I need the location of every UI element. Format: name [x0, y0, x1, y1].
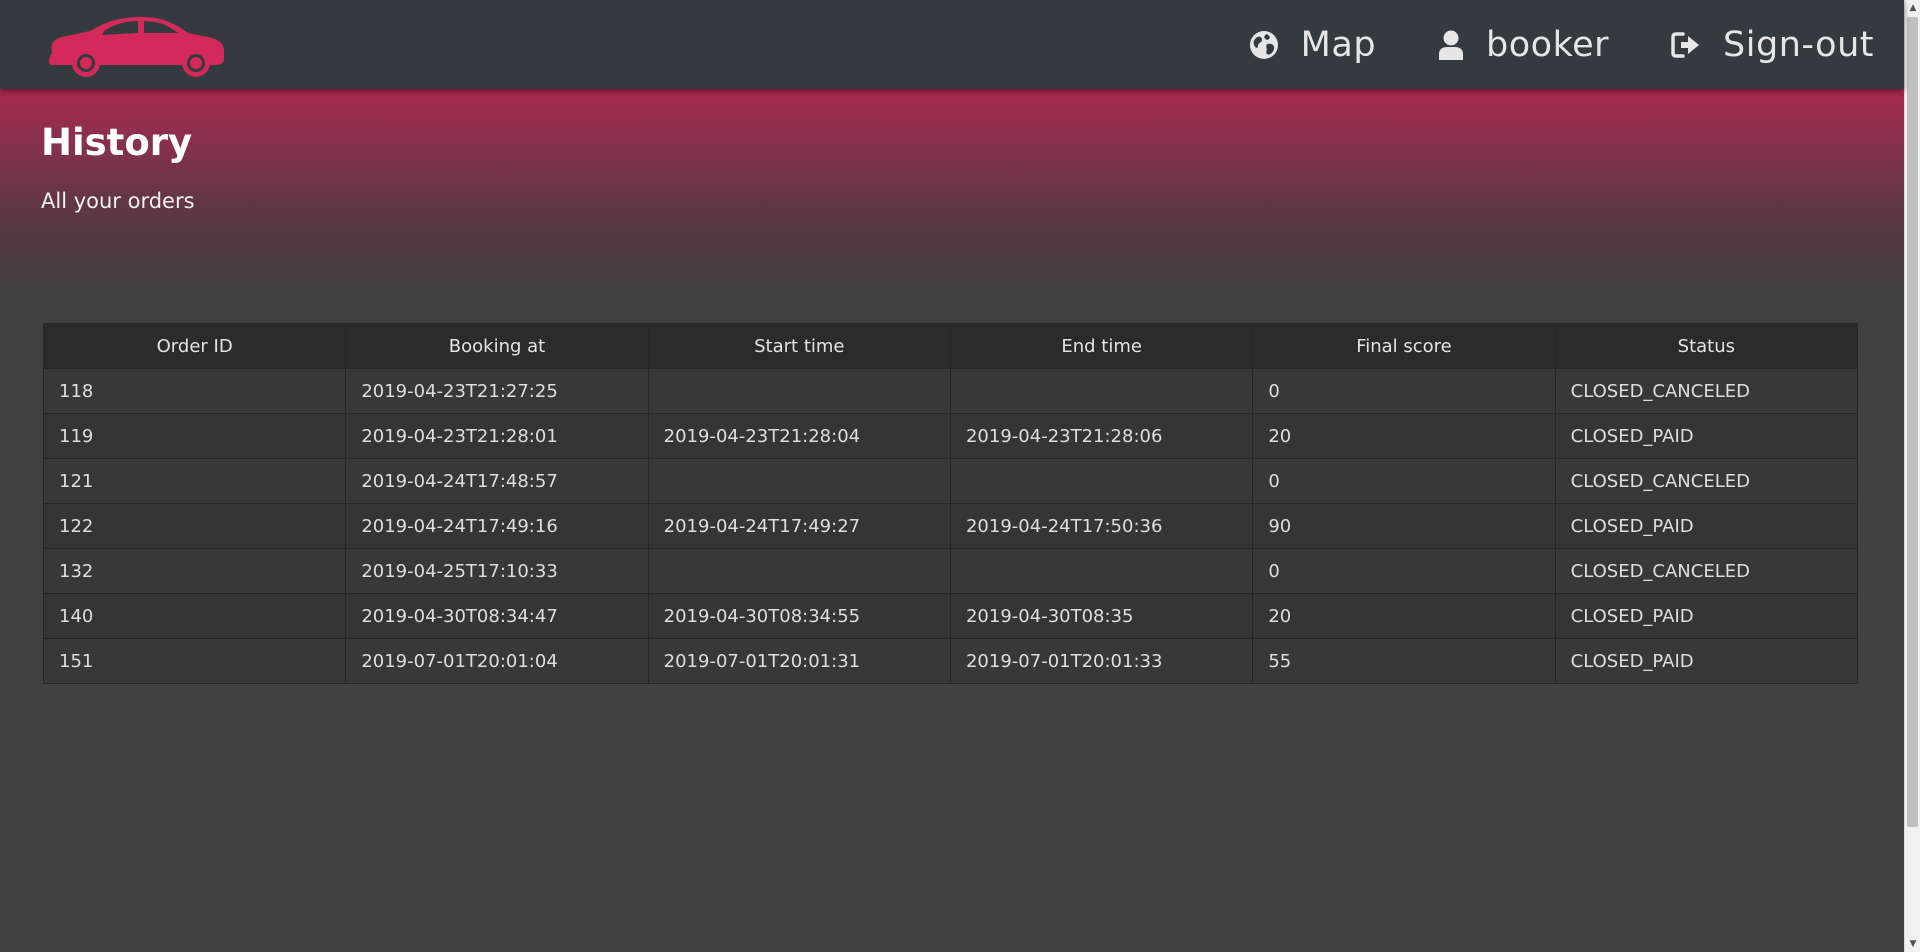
scroll-up-arrow-icon[interactable]: ▲	[1905, 0, 1920, 16]
table-row: 122 2019-04-24T17:49:16 2019-04-24T17:49…	[42, 503, 1859, 549]
table-row: 132 2019-04-25T17:10:33 0 CLOSED_CANCELE…	[42, 548, 1859, 594]
cell-final-score: 20	[1252, 413, 1556, 459]
cell-end-time	[949, 458, 1254, 504]
navbar-menu: Map booker Sign-out	[1249, 0, 1874, 89]
table-row: 118 2019-04-23T21:27:25 0 CLOSED_CANCELE…	[42, 368, 1859, 414]
cell-final-score: 20	[1252, 593, 1556, 639]
cell-final-score: 90	[1252, 503, 1556, 549]
cell-final-score: 0	[1252, 458, 1556, 504]
cell-status: CLOSED_CANCELED	[1554, 458, 1859, 504]
sign-out-icon	[1671, 31, 1700, 58]
hero-banner: History All your orders	[0, 89, 1904, 289]
cell-order-id: 122	[42, 503, 347, 549]
cell-booking-at: 2019-07-01T20:01:04	[345, 638, 649, 684]
nav-item-sign-out[interactable]: Sign-out	[1671, 25, 1874, 65]
table-row: 119 2019-04-23T21:28:01 2019-04-23T21:28…	[42, 413, 1859, 459]
cell-start-time: 2019-04-24T17:49:27	[647, 503, 951, 549]
cell-booking-at: 2019-04-23T21:27:25	[345, 368, 649, 414]
table-row: 121 2019-04-24T17:48:57 0 CLOSED_CANCELE…	[42, 458, 1859, 504]
table-header-row: Order ID Booking at Start time End time …	[42, 323, 1859, 369]
car-logo-icon	[49, 17, 224, 77]
cell-end-time: 2019-04-30T08:35	[949, 593, 1254, 639]
cell-order-id: 151	[42, 638, 347, 684]
cell-end-time	[949, 548, 1254, 594]
nav-item-map[interactable]: Map	[1249, 25, 1376, 65]
cell-order-id: 118	[42, 368, 347, 414]
cell-booking-at: 2019-04-24T17:49:16	[345, 503, 649, 549]
table-row: 151 2019-07-01T20:01:04 2019-07-01T20:01…	[42, 638, 1859, 684]
cell-order-id: 121	[42, 458, 347, 504]
column-header-end-time: End time	[949, 323, 1254, 369]
cell-start-time	[647, 368, 951, 414]
page: Map booker Sign-out History All your ord…	[0, 0, 1904, 952]
cell-order-id: 132	[42, 548, 347, 594]
column-header-final-score: Final score	[1252, 323, 1556, 369]
nav-label-map: Map	[1300, 24, 1377, 65]
cell-order-id: 140	[42, 593, 347, 639]
user-icon	[1439, 30, 1464, 60]
cell-booking-at: 2019-04-23T21:28:01	[345, 413, 649, 459]
vertical-scrollbar[interactable]: ▲ ▼	[1904, 0, 1920, 952]
cell-status: CLOSED_PAID	[1554, 503, 1859, 549]
cell-end-time	[949, 368, 1254, 414]
table-row: 140 2019-04-30T08:34:47 2019-04-30T08:34…	[42, 593, 1859, 639]
cell-booking-at: 2019-04-24T17:48:57	[345, 458, 649, 504]
column-header-status: Status	[1554, 323, 1859, 369]
cell-final-score: 0	[1252, 548, 1556, 594]
cell-booking-at: 2019-04-25T17:10:33	[345, 548, 649, 594]
cell-status: CLOSED_PAID	[1554, 593, 1859, 639]
cell-end-time: 2019-07-01T20:01:33	[949, 638, 1254, 684]
cell-start-time: 2019-04-23T21:28:04	[647, 413, 951, 459]
orders-table: Order ID Booking at Start time End time …	[42, 323, 1859, 684]
page-subtitle: All your orders	[41, 189, 195, 213]
cell-end-time: 2019-04-24T17:50:36	[949, 503, 1254, 549]
orders-table-container: Order ID Booking at Start time End time …	[42, 323, 1859, 684]
top-navbar: Map booker Sign-out	[0, 0, 1904, 89]
cell-start-time	[647, 458, 951, 504]
column-header-booking-at: Booking at	[345, 323, 649, 369]
page-title: History	[41, 121, 193, 164]
cell-end-time: 2019-04-23T21:28:06	[949, 413, 1254, 459]
cell-start-time: 2019-07-01T20:01:31	[647, 638, 951, 684]
cell-status: CLOSED_PAID	[1554, 638, 1859, 684]
cell-final-score: 55	[1252, 638, 1556, 684]
nav-item-user[interactable]: booker	[1438, 25, 1609, 65]
cell-status: CLOSED_CANCELED	[1554, 548, 1859, 594]
scrollbar-thumb[interactable]	[1907, 17, 1918, 827]
cell-order-id: 119	[42, 413, 347, 459]
nav-label-user: booker	[1486, 24, 1610, 65]
column-header-start-time: Start time	[647, 323, 951, 369]
nav-label-sign-out: Sign-out	[1723, 24, 1874, 65]
scroll-down-arrow-icon[interactable]: ▼	[1905, 936, 1920, 952]
column-header-order-id: Order ID	[42, 323, 347, 369]
cell-status: CLOSED_CANCELED	[1554, 368, 1859, 414]
globe-icon	[1249, 30, 1278, 59]
car-logo[interactable]	[46, 13, 226, 77]
cell-start-time	[647, 548, 951, 594]
cell-final-score: 0	[1252, 368, 1556, 414]
cell-start-time: 2019-04-30T08:34:55	[647, 593, 951, 639]
cell-status: CLOSED_PAID	[1554, 413, 1859, 459]
cell-booking-at: 2019-04-30T08:34:47	[345, 593, 649, 639]
